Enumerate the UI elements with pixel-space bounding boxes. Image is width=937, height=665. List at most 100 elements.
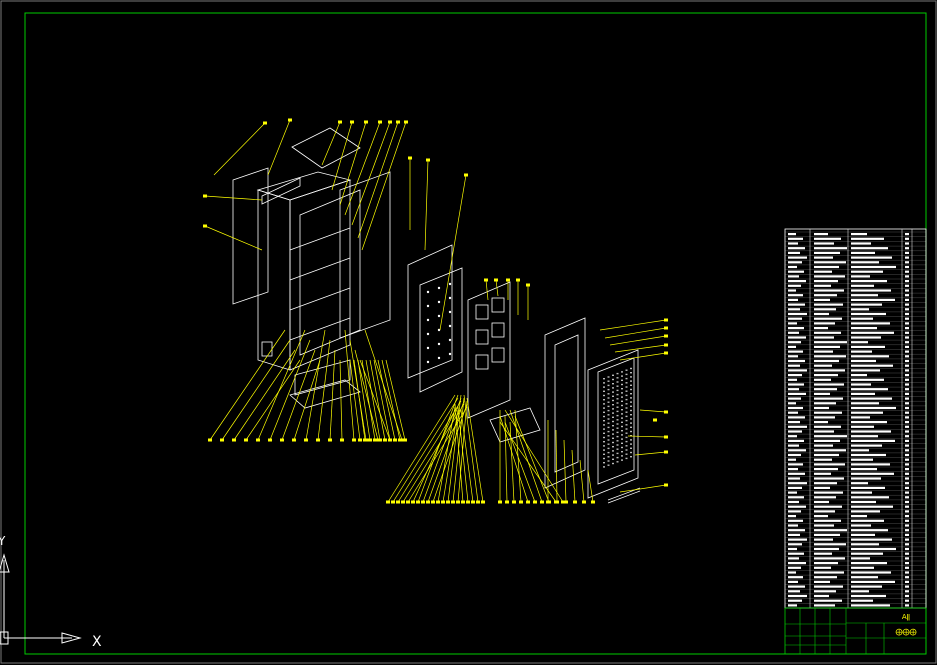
bom-cell-code: [814, 392, 830, 395]
callout-leader-line: [604, 327, 667, 339]
title-block[interactable]: Aǁ ⨁⨁⨁: [784, 607, 927, 655]
vent-slot: [603, 462, 605, 464]
bom-cell-name: [851, 416, 870, 419]
parts-list-table[interactable]: [784, 228, 927, 609]
vent-slot: [603, 445, 605, 447]
exploded-cabinet-assembly[interactable]: [232, 127, 641, 504]
vent-slot: [630, 401, 632, 403]
bom-cell-code: [814, 449, 846, 452]
bom-cell-qty: [905, 317, 909, 320]
vent-slot: [621, 438, 623, 440]
bom-cell-index: [788, 294, 803, 297]
cabinet-body-front: [289, 179, 351, 371]
vent-slot: [616, 423, 619, 425]
bom-cell-index: [788, 585, 805, 588]
callout-balloon: [398, 438, 402, 442]
callout-balloon: [540, 500, 544, 504]
bom-cell-qty: [905, 378, 909, 381]
bom-cell-code: [814, 242, 834, 245]
bom-cell-name: [851, 298, 895, 301]
bom-cell-index: [788, 496, 804, 499]
bom-cell-name: [851, 529, 888, 532]
bom-cell-code: [814, 251, 840, 254]
bom-cell-name: [851, 317, 873, 320]
bom-cell-qty: [905, 265, 909, 269]
panel-window-4: [491, 322, 505, 338]
callout-balloon: [304, 438, 308, 442]
bom-cell-name: [851, 425, 874, 428]
bom-cell-code: [814, 505, 842, 508]
vent-slot: [630, 456, 632, 458]
bom-cell-qty: [905, 312, 909, 316]
plate-hole: [437, 356, 441, 360]
bom-cell-qty: [905, 308, 909, 311]
bom-cell-index: [788, 594, 807, 598]
bom-cell-code: [814, 599, 842, 602]
bom-cell-index: [788, 444, 799, 447]
vent-slot: [603, 390, 605, 392]
bom-cell-index: [788, 388, 799, 391]
bom-cell-qty: [905, 571, 909, 574]
bom-cell-qty: [905, 576, 909, 579]
bom-cell-index: [788, 599, 802, 602]
callout-balloon: [516, 278, 520, 282]
vent-slot: [621, 446, 623, 449]
bom-cell-name: [851, 515, 867, 518]
callout-leader-line: [257, 329, 306, 441]
bom-cell-code: [814, 350, 833, 353]
callout-balloon: [653, 418, 657, 422]
bom-cell-code: [814, 571, 844, 574]
bom-cell-name: [851, 369, 880, 372]
callout-leader-line: [563, 439, 567, 503]
vent-slot: [603, 457, 605, 460]
callout-balloon: [203, 194, 207, 198]
bom-cell-name: [851, 355, 889, 358]
callout-leader-line: [634, 451, 667, 456]
callout-balloon: [533, 500, 537, 504]
bom-cell-code: [814, 524, 834, 527]
vent-slot: [607, 397, 610, 399]
vent-slot: [630, 376, 632, 378]
frame-shelf-1: [289, 227, 351, 251]
bom-cell-name: [851, 430, 891, 433]
bom-cell-code: [814, 261, 846, 264]
bom-cell-code: [814, 590, 836, 593]
bom-cell-index: [788, 571, 796, 574]
vent-slot: [630, 443, 632, 445]
callout-leader-line: [204, 195, 263, 201]
vent-slot: [621, 383, 623, 386]
callout-balloon: [664, 410, 668, 414]
bom-cell-index: [788, 359, 805, 363]
bom-cell-index: [788, 463, 803, 466]
bom-cell-name: [851, 458, 873, 461]
bom-cell-code: [814, 406, 829, 410]
bom-cell-code: [814, 482, 837, 485]
bom-cell-qty: [905, 411, 909, 414]
callout-leader-line: [317, 339, 331, 441]
callout-leader-line: [509, 421, 515, 503]
bom-cell-qty: [905, 341, 909, 344]
vent-slot: [625, 386, 628, 388]
bom-cell-code: [814, 585, 843, 588]
bom-cell-code: [814, 421, 828, 424]
bom-cell-index: [788, 500, 799, 504]
vent-slot: [625, 394, 628, 397]
cad-drawing-canvas[interactable]: Aǁ ⨁⨁⨁ X Y: [0, 0, 937, 665]
door-handle: [261, 341, 273, 357]
bom-cell-qty: [905, 388, 909, 391]
vent-slot: [630, 384, 632, 386]
bom-cell-qty: [905, 590, 909, 593]
bom-cell-code: [814, 439, 840, 442]
bom-cell-qty: [905, 416, 909, 419]
bom-cell-qty: [905, 369, 909, 372]
bom-cell-qty: [905, 322, 909, 325]
bom-cell-qty: [905, 247, 909, 250]
vent-grille: [603, 367, 632, 468]
vent-slot: [612, 462, 614, 465]
callout-balloon: [481, 500, 485, 504]
bom-cell-name: [851, 336, 881, 339]
vent-slot: [625, 424, 628, 426]
vent-slot: [625, 390, 628, 392]
vent-slot: [612, 395, 614, 397]
vent-slot: [612, 416, 614, 418]
